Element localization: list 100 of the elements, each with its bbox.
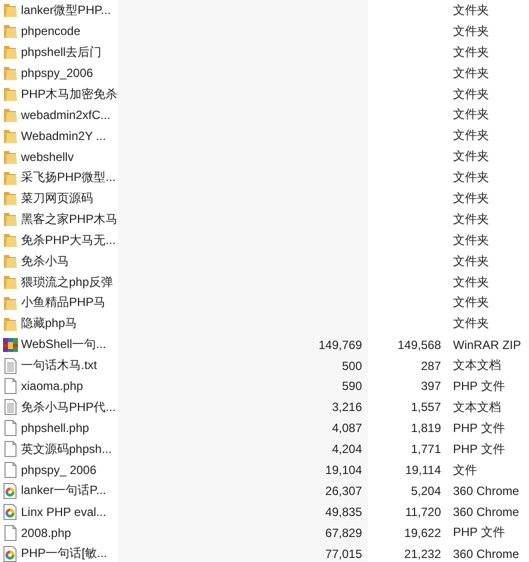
file-name[interactable]: Linx PHP eval... bbox=[21, 504, 118, 519]
file-name[interactable]: 猥琐流之php反弹 bbox=[21, 274, 118, 291]
file-type: 文件夹 bbox=[453, 148, 490, 166]
file-name[interactable]: 菜刀网页源码 bbox=[21, 190, 118, 207]
file-icon bbox=[3, 441, 18, 458]
file-size: 590 bbox=[340, 379, 362, 394]
file-name[interactable]: 采飞扬PHP微型... bbox=[21, 169, 118, 186]
file-icon bbox=[3, 524, 18, 541]
file-type: 文件夹 bbox=[453, 294, 490, 312]
file-type: 文件夹 bbox=[453, 190, 490, 207]
file-icon bbox=[3, 420, 18, 436]
packed-size: 1,819 bbox=[410, 421, 441, 436]
file-size: 77,015 bbox=[324, 546, 362, 561]
file-name[interactable]: webshellv bbox=[21, 150, 118, 164]
file-type: 文件夹 bbox=[453, 252, 490, 270]
text-file-icon bbox=[3, 399, 18, 416]
file-type: PHP 文件 bbox=[453, 420, 506, 437]
folder-icon bbox=[3, 274, 18, 290]
folder-icon bbox=[3, 232, 18, 248]
file-type: 文件夹 bbox=[453, 127, 490, 144]
file-name[interactable]: phpspy_2006 bbox=[21, 66, 118, 80]
file-type: 文件夹 bbox=[453, 169, 490, 186]
file-name[interactable]: Webadmin2Y ... bbox=[21, 128, 118, 143]
file-type: 360 Chrome bbox=[453, 484, 520, 498]
folder-icon bbox=[3, 148, 18, 165]
folder-icon bbox=[3, 86, 18, 102]
web-page-icon bbox=[3, 482, 18, 499]
file-name[interactable]: WebShell一句... bbox=[21, 336, 118, 354]
web-page-icon bbox=[3, 504, 18, 520]
folder-icon bbox=[3, 44, 18, 60]
folder-icon bbox=[3, 316, 18, 332]
file-name[interactable]: xiaoma.php bbox=[21, 379, 118, 394]
folder-icon bbox=[3, 65, 18, 82]
packed-size: 5,204 bbox=[410, 484, 441, 498]
file-type: WinRAR ZIP bbox=[453, 338, 522, 352]
packed-size: 1,771 bbox=[410, 442, 441, 456]
packed-size: 287 bbox=[420, 358, 441, 373]
file-name[interactable]: 黑客之家PHP木马 bbox=[21, 210, 118, 228]
text-file-icon bbox=[3, 358, 18, 374]
folder-icon bbox=[3, 2, 18, 18]
archive-icon bbox=[3, 336, 18, 353]
file-type: 360 Chrome bbox=[453, 546, 520, 561]
file-icon bbox=[3, 378, 18, 394]
file-type: 文件夹 bbox=[453, 274, 490, 291]
file-name[interactable]: 2008.php bbox=[21, 526, 118, 540]
file-name[interactable]: phpspy_ 2006 bbox=[21, 463, 118, 478]
file-type: 文件夹 bbox=[453, 44, 490, 61]
file-name[interactable]: 英文源码phpsh... bbox=[21, 440, 118, 458]
file-size: 67,829 bbox=[324, 526, 362, 540]
file-name[interactable]: 隐藏php马 bbox=[21, 315, 118, 332]
packed-size: 1,557 bbox=[410, 400, 441, 414]
file-type: 文件夹 bbox=[453, 64, 490, 82]
folder-icon bbox=[3, 294, 18, 311]
file-size: 49,835 bbox=[324, 504, 362, 519]
file-name[interactable]: 一句话木马.txt bbox=[21, 357, 118, 374]
file-name[interactable]: PHP一句话[敏... bbox=[21, 545, 118, 562]
folder-icon bbox=[3, 106, 18, 123]
file-name[interactable]: 免杀小马PHP代... bbox=[21, 398, 118, 416]
folder-icon bbox=[3, 253, 18, 270]
packed-size: 19,114 bbox=[404, 463, 441, 478]
file-name[interactable]: webadmin2xfC... bbox=[21, 108, 118, 122]
folder-icon bbox=[3, 190, 18, 206]
file-type: 文本文档 bbox=[453, 357, 502, 374]
folder-icon bbox=[3, 128, 18, 144]
file-name[interactable]: lanker微型PHP... bbox=[21, 2, 118, 19]
packed-size: 397 bbox=[420, 379, 441, 394]
file-type: 360 Chrome bbox=[453, 504, 520, 519]
file-name[interactable]: 免杀小马 bbox=[21, 252, 118, 270]
folder-icon bbox=[3, 211, 18, 228]
file-name[interactable]: lanker一句话P... bbox=[21, 482, 118, 500]
file-type: PHP 文件 bbox=[453, 378, 506, 395]
file-name[interactable]: 小鱼精品PHP马 bbox=[21, 294, 118, 312]
file-type: 文件夹 bbox=[453, 106, 490, 124]
file-size: 19,104 bbox=[324, 463, 362, 478]
packed-size: 19,622 bbox=[403, 526, 441, 540]
file-name[interactable]: phpshell去后门 bbox=[21, 44, 118, 61]
file-type: 文件夹 bbox=[453, 22, 490, 40]
file-size: 500 bbox=[340, 358, 362, 373]
packed-size: 149,568 bbox=[396, 338, 441, 352]
file-size: 3,216 bbox=[330, 400, 362, 414]
file-type: PHP 文件 bbox=[453, 524, 506, 542]
file-size: 4,087 bbox=[330, 421, 362, 436]
file-name[interactable]: PHP木马加密免杀 bbox=[21, 86, 118, 102]
file-type: 文件 bbox=[453, 462, 478, 479]
file-type: 文件夹 bbox=[453, 315, 490, 332]
file-icon bbox=[3, 462, 18, 478]
file-name[interactable]: phpshell.php bbox=[21, 421, 118, 436]
file-type: 文本文档 bbox=[453, 398, 502, 416]
file-size: 149,769 bbox=[318, 338, 362, 352]
file-type: 文件夹 bbox=[453, 2, 490, 19]
file-size: 4,204 bbox=[330, 442, 362, 456]
folder-icon bbox=[3, 170, 18, 186]
packed-size: 11,720 bbox=[404, 504, 441, 519]
file-name[interactable]: phpencode bbox=[21, 24, 118, 38]
file-type: 文件夹 bbox=[453, 210, 490, 228]
file-size: 26,307 bbox=[324, 484, 362, 498]
file-type: 文件夹 bbox=[453, 232, 490, 249]
file-name[interactable]: 免杀PHP大马无... bbox=[21, 232, 118, 249]
folder-icon bbox=[3, 23, 18, 40]
file-type: PHP 文件 bbox=[453, 440, 506, 458]
